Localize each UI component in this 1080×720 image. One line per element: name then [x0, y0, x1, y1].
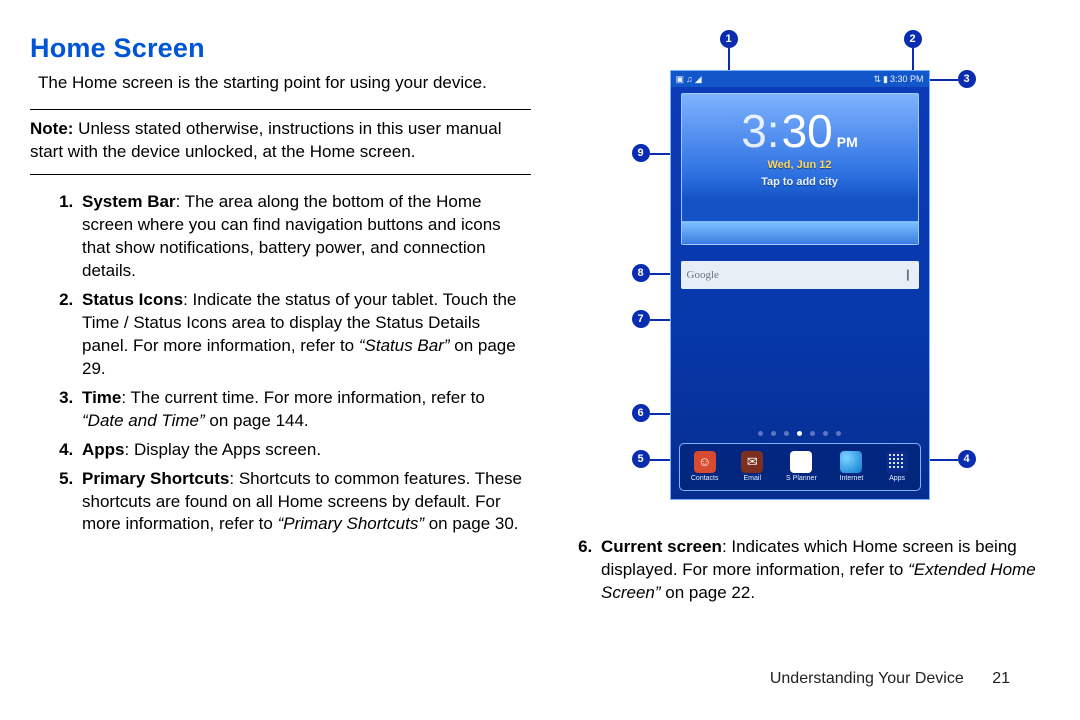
mic-icon: ❙ [903, 268, 912, 283]
item-5-term: Primary Shortcuts [82, 469, 229, 488]
item-1-term: System Bar [82, 192, 176, 211]
footer-section: Understanding Your Device [770, 670, 964, 687]
item-4-term: Apps [82, 440, 125, 459]
note-body: Unless stated otherwise, instructions in… [30, 119, 501, 161]
callout-9: 9 [632, 144, 650, 162]
lead-line [930, 459, 958, 461]
items-list-left: System Bar: The area along the bottom of… [30, 191, 531, 542]
tablet-mock: ▣♫◢ ⇅▮3:30 PM 3:30PM Wed, Jun 12 Tap to … [670, 70, 930, 500]
clock-photoband [682, 221, 918, 244]
callout-6: 6 [632, 404, 650, 422]
item-2-term: Status Icons [82, 290, 183, 309]
search-label: Google [687, 268, 719, 283]
callout-4: 4 [958, 450, 976, 468]
page-heading: Home Screen [30, 30, 531, 66]
lead-line [930, 79, 958, 81]
item-3-tail: on page 144. [205, 411, 309, 430]
callout-3: 3 [958, 70, 976, 88]
item-6: Current screen: Indicates which Home scr… [597, 536, 1050, 605]
item-3-ref: “Date and Time” [82, 411, 205, 430]
item-6-tail: on page 22. [661, 583, 756, 602]
item-4: Apps: Display the Apps screen. [78, 439, 531, 462]
clock-ampm: PM [837, 133, 858, 152]
item-3-term: Time [82, 388, 121, 407]
note-block: Note: Unless stated otherwise, instructi… [30, 109, 531, 175]
device-diagram: 1 2 3 4 5 6 7 8 9 ▣♫◢ ⇅▮3:30 PM 3:30PM W… [600, 30, 1000, 520]
item-5-ref: “Primary Shortcuts” [278, 514, 424, 533]
callout-5: 5 [632, 450, 650, 468]
item-2-ref: “Status Bar” [359, 336, 450, 355]
item-3-body: : The current time. For more information… [121, 388, 484, 407]
item-2: Status Icons: Indicate the status of you… [78, 289, 531, 381]
item-6-term: Current screen [601, 537, 722, 556]
email-icon: ✉ [741, 451, 763, 473]
callout-8: 8 [632, 264, 650, 282]
items-list-right: Current screen: Indicates which Home scr… [549, 536, 1050, 611]
dock-email: ✉Email [741, 451, 763, 483]
callout-2: 2 [904, 30, 922, 48]
footer-page-number: 21 [992, 670, 1010, 687]
intro-text: The Home screen is the starting point fo… [30, 72, 531, 95]
globe-icon [840, 451, 862, 473]
dock: ☺Contacts ✉Email 31S Planner Internet Ap… [679, 443, 921, 491]
status-bar: ▣♫◢ ⇅▮3:30 PM [671, 71, 929, 87]
dock-contacts: ☺Contacts [691, 451, 719, 483]
clock-hours: 3: [741, 100, 779, 162]
callout-1: 1 [720, 30, 738, 48]
page-footer: Understanding Your Device 21 [770, 668, 1010, 690]
item-1: System Bar: The area along the bottom of… [78, 191, 531, 283]
clock-widget: 3:30PM Wed, Jun 12 Tap to add city [681, 93, 919, 245]
dock-apps: Apps [886, 451, 908, 483]
contacts-icon: ☺ [694, 451, 716, 473]
item-5-tail: on page 30. [424, 514, 519, 533]
search-bar: Google ❙ [681, 261, 919, 289]
dock-internet: Internet [840, 451, 864, 483]
item-4-body: : Display the Apps screen. [125, 440, 322, 459]
note-label: Note: [30, 119, 78, 138]
status-right: ⇅▮3:30 PM [872, 73, 924, 85]
item-5: Primary Shortcuts: Shortcuts to common f… [78, 468, 531, 537]
clock-minutes: 30 [782, 100, 833, 162]
callout-7: 7 [632, 310, 650, 328]
item-3: Time: The current time. For more informa… [78, 387, 531, 433]
lead-line [650, 459, 672, 461]
dock-splanner: 31S Planner [786, 451, 817, 483]
clock-date: Wed, Jun 12 [682, 158, 918, 173]
apps-icon [886, 451, 908, 473]
add-city-text: Tap to add city [682, 175, 918, 190]
status-left-icons: ▣♫◢ [675, 73, 703, 85]
calendar-icon: 31 [790, 451, 812, 473]
lead-line [912, 48, 914, 72]
lead-line [728, 48, 730, 72]
